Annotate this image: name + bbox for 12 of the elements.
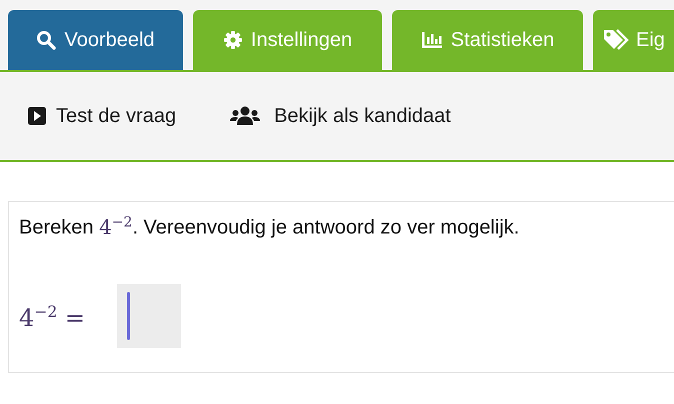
tab[interactable]: Voorbeeld — [8, 10, 183, 70]
bar-chart-icon — [420, 30, 443, 50]
search-icon — [36, 30, 56, 50]
users-icon — [230, 106, 260, 126]
gear-icon — [222, 30, 243, 50]
answer-field[interactable] — [117, 284, 182, 348]
toolbar-button[interactable]: Test de vraag — [28, 104, 176, 128]
tags-icon — [603, 29, 631, 51]
question-text: Bereken 4$^{−2}$. Vereenvoudig je antwoord zo ver mogelijk. — [19, 214, 520, 240]
toolbar-button[interactable]: Bekijk als kandidaat — [230, 104, 451, 128]
play-icon — [28, 106, 46, 126]
math-expression: 4$^{−2}$ = — [19, 303, 86, 332]
